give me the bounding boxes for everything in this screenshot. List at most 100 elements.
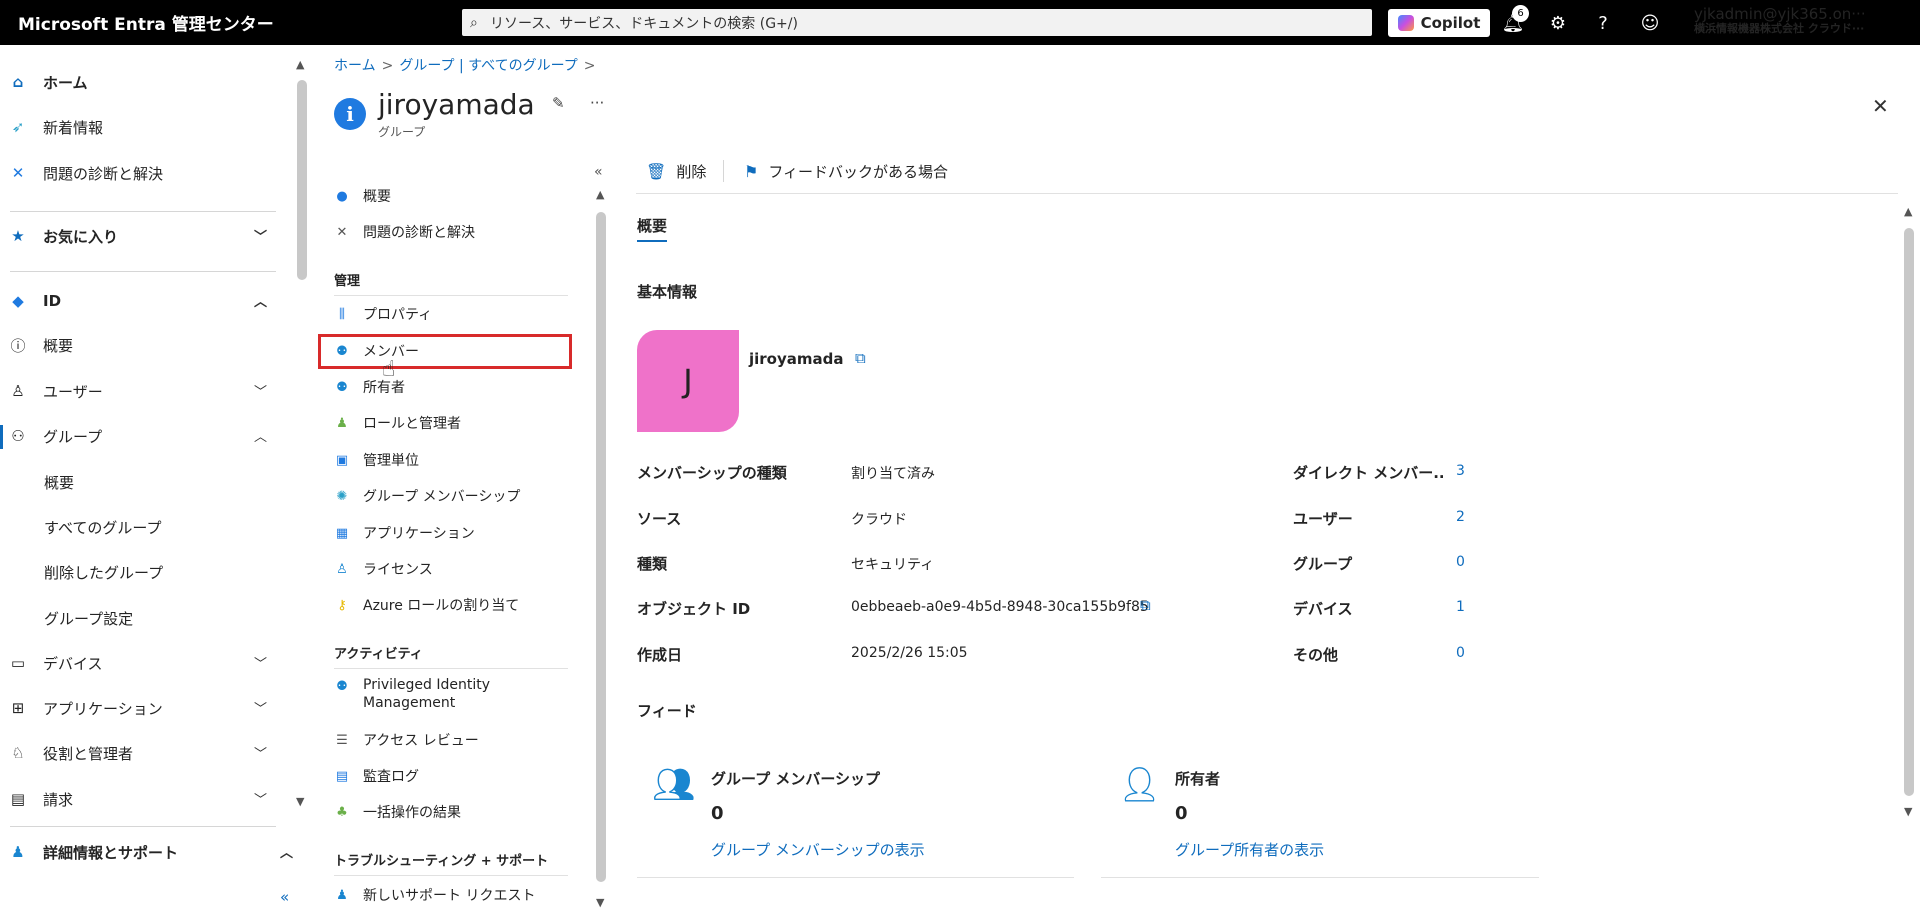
menu-scroll-down-arrow[interactable]: ▼ xyxy=(596,896,604,909)
nav-billing[interactable]: ▤ 請求 ﹀ xyxy=(0,781,280,817)
menu-scrollbar-thumb[interactable] xyxy=(596,212,606,882)
collapse-nav-button[interactable]: « xyxy=(280,888,289,906)
delete-label: 削除 xyxy=(676,162,707,181)
card-owners-link[interactable]: グループ所有者の表示 xyxy=(1175,839,1324,860)
more-options-icon[interactable]: ··· xyxy=(590,94,604,112)
menu-admin-units[interactable]: ▣ 管理単位 xyxy=(334,447,419,473)
menu-bulk-results[interactable]: ♣ 一括操作の結果 xyxy=(334,799,461,825)
properties-icon: ⫼ xyxy=(339,306,345,322)
checklist-icon: ☰ xyxy=(336,732,348,748)
copilot-icon xyxy=(1397,15,1414,31)
nav-all-groups[interactable]: すべてのグループ xyxy=(44,517,161,538)
person-icon: ♙ xyxy=(11,382,25,400)
menu-audit-logs[interactable]: ▤ 監査ログ xyxy=(334,763,419,789)
menu-azure-roles[interactable]: ⚷ Azure ロールの割り当て xyxy=(334,592,519,618)
role-icon: ♘ xyxy=(11,744,25,762)
gear-icon[interactable]: ⚙ xyxy=(1545,10,1571,36)
diagnose-icon: ✕ xyxy=(11,164,25,182)
count-value-other[interactable]: 0 xyxy=(1456,645,1465,661)
prop-value-object-id: 0ebbeaeb-a0e9-4b5d-8948-30ca155b9f85 xyxy=(851,599,1149,615)
nav-users[interactable]: ♙ ユーザー ﹀ xyxy=(0,373,280,409)
card-group-membership-link[interactable]: グループ メンバーシップの表示 xyxy=(711,839,925,860)
apps-grid-icon: ▦ xyxy=(335,525,349,541)
menu-applications[interactable]: ▦ アプリケーション xyxy=(334,520,475,546)
user-email: yjkadmin@yjk365.on··· xyxy=(1694,6,1866,23)
nav-group-settings[interactable]: グループ設定 xyxy=(44,608,133,629)
help-icon[interactable]: ? xyxy=(1590,10,1616,36)
nav-id[interactable]: ◆ ID ︿ xyxy=(0,283,280,319)
menu-access-reviews[interactable]: ☰ アクセス レビュー xyxy=(334,727,479,753)
nav-favorites[interactable]: ★ お気に入り ﹀ xyxy=(0,218,280,254)
chevron-down-icon: ﹀ xyxy=(254,230,268,245)
menu-owners[interactable]: ⚉ 所有者 xyxy=(334,374,405,400)
copilot-label: Copilot xyxy=(1420,14,1481,32)
menu-overview-label: 概要 xyxy=(363,189,391,205)
apps-grid-icon: ⊞ xyxy=(11,699,25,717)
delete-button[interactable]: 🗑︎ 削除 xyxy=(646,156,706,186)
nav-scrollbar-thumb[interactable] xyxy=(297,80,307,280)
nav-overview[interactable]: ⓘ 概要 xyxy=(0,327,280,363)
nav-scroll-up-arrow[interactable]: ▲ xyxy=(296,58,304,71)
copy-icon[interactable]: ⧉ xyxy=(855,349,866,367)
feedback-person-icon[interactable]: ☺ xyxy=(1637,10,1663,36)
chevron-down-icon: ﹀ xyxy=(254,385,268,400)
nav-roles-admins[interactable]: ♘ 役割と管理者 ﹀ xyxy=(0,735,280,771)
menu-section-activity: アクティビティ xyxy=(334,647,423,662)
content-scroll-down-arrow[interactable]: ▼ xyxy=(1904,805,1912,818)
nav-diagnose[interactable]: ✕ 問題の診断と解決 xyxy=(0,155,280,191)
nav-applications[interactable]: ⊞ アプリケーション ﹀ xyxy=(0,690,280,726)
global-search-input[interactable]: ⌕ リソース、サービス、ドキュメントの検索 (G+/) xyxy=(462,9,1372,36)
portal-brand[interactable]: Microsoft Entra 管理センター xyxy=(0,10,462,35)
menu-licenses[interactable]: ♙ ライセンス xyxy=(334,556,433,582)
menu-properties[interactable]: ⫼ プロパティ xyxy=(334,301,432,327)
pin-icon[interactable]: ✎ xyxy=(552,94,565,112)
menu-overview[interactable]: ● 概要 xyxy=(334,183,391,209)
nav-whats-new[interactable]: ➶ 新着情報 xyxy=(0,109,280,145)
menu-new-support[interactable]: ♟ 新しいサポート リクエスト xyxy=(334,882,535,908)
count-label-users: ユーザー xyxy=(1293,510,1353,528)
search-placeholder: リソース、サービス、ドキュメントの検索 (G+/) xyxy=(490,15,798,32)
menu-licenses-label: ライセンス xyxy=(363,562,433,578)
count-value-groups[interactable]: 0 xyxy=(1456,554,1465,570)
count-label-devices: デバイス xyxy=(1293,600,1353,618)
menu-scroll-up-arrow[interactable]: ▲ xyxy=(596,188,604,201)
account-menu[interactable]: yjkadmin@yjk365.on··· 横浜情報機器株式会社 クラウド··· xyxy=(1694,6,1894,36)
nav-learn-support[interactable]: ♟ 詳細情報とサポート ︿ xyxy=(0,834,293,870)
card-group-membership-title: グループ メンバーシップ xyxy=(711,770,881,788)
menu-group-memberships[interactable]: ✺ グループ メンバーシップ xyxy=(334,483,521,509)
nav-whats-new-label: 新着情報 xyxy=(43,118,104,137)
wrench-icon: ✕ xyxy=(336,224,348,240)
nav-scroll-down-arrow[interactable]: ▼ xyxy=(296,795,304,808)
copilot-button[interactable]: Copilot xyxy=(1388,9,1490,37)
close-icon[interactable]: ✕ xyxy=(1872,94,1889,118)
menu-pim[interactable]: ⚉ Privileged Identity Management xyxy=(334,676,490,716)
nav-devices[interactable]: ▭ デバイス ﹀ xyxy=(0,645,280,681)
nav-deleted-groups[interactable]: 削除したグループ xyxy=(44,562,163,583)
menu-roles-admins[interactable]: ♟ ロールと管理者 xyxy=(334,410,461,436)
collapse-menu-button[interactable]: « xyxy=(594,164,603,180)
count-label-groups: グループ xyxy=(1293,555,1353,573)
nav-divider xyxy=(10,826,276,827)
pim-icon: ⚉ xyxy=(336,679,348,694)
menu-pim-label: Privileged Identity Management xyxy=(363,676,490,712)
search-icon: ⌕ xyxy=(470,14,478,31)
menu-new-support-label: 新しいサポート リクエスト xyxy=(363,888,536,904)
count-value-users[interactable]: 2 xyxy=(1456,509,1465,525)
count-value-direct-members[interactable]: 3 xyxy=(1456,463,1465,479)
nav-groups[interactable]: ⚇ グループ ︿ xyxy=(0,418,280,454)
copy-object-id-icon[interactable]: ⧉ xyxy=(1140,596,1151,614)
feedback-button[interactable]: ⚑ フィードバックがある場合 xyxy=(744,156,948,186)
breadcrumb-home[interactable]: ホーム xyxy=(334,58,376,74)
content-scroll-up-arrow[interactable]: ▲ xyxy=(1904,205,1912,218)
command-bar-divider xyxy=(636,193,1898,194)
content-scrollbar-thumb[interactable] xyxy=(1904,228,1914,796)
breadcrumb-groups[interactable]: グループ | すべてのグループ xyxy=(399,58,577,74)
support-person-icon: ♟ xyxy=(11,843,25,861)
menu-diagnose[interactable]: ✕ 問題の診断と解決 xyxy=(334,219,475,245)
chevron-up-icon: ︿ xyxy=(254,430,268,445)
nav-home[interactable]: ⌂ ホーム xyxy=(0,64,280,100)
count-value-devices[interactable]: 1 xyxy=(1456,599,1465,615)
tab-overview[interactable]: 概要 xyxy=(637,215,667,236)
home-icon: ⌂ xyxy=(12,73,24,91)
nav-groups-overview[interactable]: 概要 xyxy=(44,472,74,493)
